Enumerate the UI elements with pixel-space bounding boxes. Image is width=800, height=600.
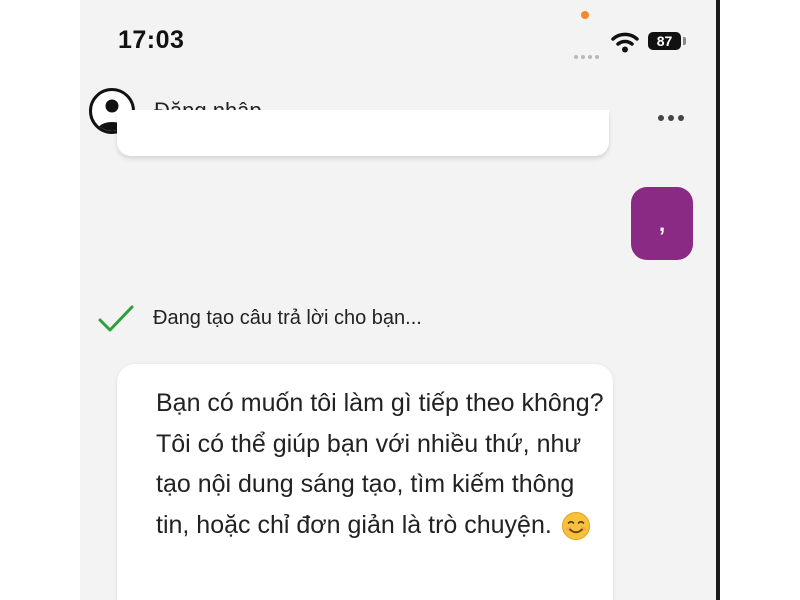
- assistant-message-text: Bạn có muốn tôi làm gì tiếp theo không? …: [156, 383, 606, 545]
- wifi-icon: [611, 32, 639, 53]
- status-text: Đang tạo câu trả lời cho bạn...: [153, 307, 422, 329]
- battery-icon: 87: [648, 32, 681, 50]
- checkmark-icon: [98, 305, 134, 332]
- signal-dots-icon: [574, 46, 602, 64]
- assistant-message-bubble: Bạn có muốn tôi làm gì tiếp theo không? …: [117, 364, 613, 600]
- status-time: 17:03: [118, 26, 185, 54]
- battery-tip: [683, 37, 686, 45]
- status-bar: 17:03 87: [80, 0, 720, 80]
- privacy-indicator-dot: [581, 11, 589, 19]
- device-frame-edge: [716, 0, 720, 600]
- more-horizontal-icon[interactable]: [658, 108, 688, 126]
- assistant-message-content: Bạn có muốn tôi làm gì tiếp theo không? …: [156, 389, 604, 539]
- previous-message-bubble: [117, 110, 609, 156]
- generation-status: Đang tạo câu trả lời cho bạn...: [80, 300, 720, 340]
- smiling-face-icon: [561, 511, 590, 540]
- user-message-bubble: ,: [631, 187, 693, 260]
- phone-screen: 17:03 87 Đăng nhập , Đang tạo câu: [80, 0, 720, 600]
